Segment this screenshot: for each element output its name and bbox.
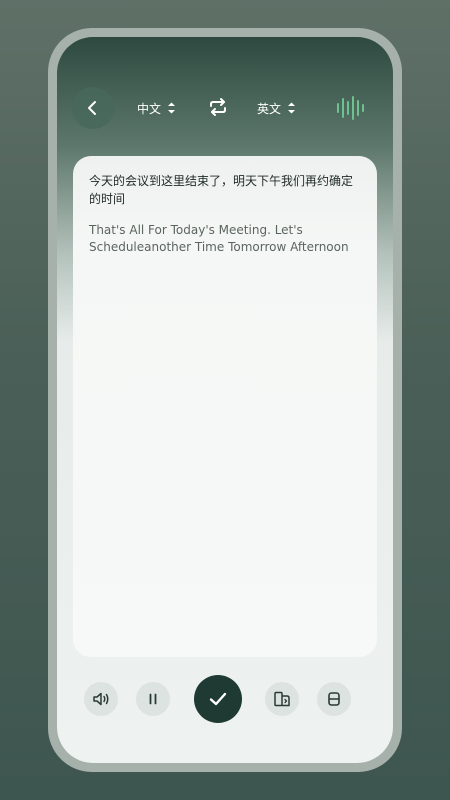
source-language-label: 中文 (137, 101, 162, 116)
source-text: 今天的会议到这里结束了，明天下午我们再约确定的时间 (89, 174, 354, 206)
chevron-left-icon (88, 101, 96, 115)
pause-button[interactable] (136, 682, 170, 716)
swap-language-button[interactable] (206, 95, 230, 119)
confirm-button[interactable] (194, 675, 242, 723)
up-down-arrows-icon (288, 102, 296, 114)
swap-icon (210, 98, 226, 116)
target-language-label: 英文 (257, 101, 282, 116)
up-down-arrows-icon (168, 102, 176, 114)
translated-text: That's All For Today's Meeting. Let's Sc… (89, 223, 349, 254)
split-view-icon (328, 692, 340, 706)
pause-icon (149, 693, 157, 705)
translation-card: 今天的会议到这里结束了，明天下午我们再约确定的时间 That's All For… (73, 156, 377, 657)
bottom-controls (57, 669, 393, 729)
split-view-button[interactable] (317, 682, 351, 716)
device-screen: 中文 英文 今天的会议到这里结束了，明天下午我们再约确定的时间 That's A… (57, 37, 393, 763)
source-language-select[interactable]: 中文 (137, 97, 176, 119)
layout-button[interactable] (265, 682, 299, 716)
target-language-select[interactable]: 英文 (257, 97, 296, 119)
speaker-icon (93, 692, 109, 706)
device-frame: 中文 英文 今天的会议到这里结束了，明天下午我们再约确定的时间 That's A… (48, 28, 402, 772)
back-button[interactable] (72, 87, 114, 129)
page-layout-icon (274, 691, 290, 707)
sound-wave-icon[interactable] (335, 95, 367, 121)
check-icon (209, 692, 227, 706)
speaker-button[interactable] (84, 682, 118, 716)
